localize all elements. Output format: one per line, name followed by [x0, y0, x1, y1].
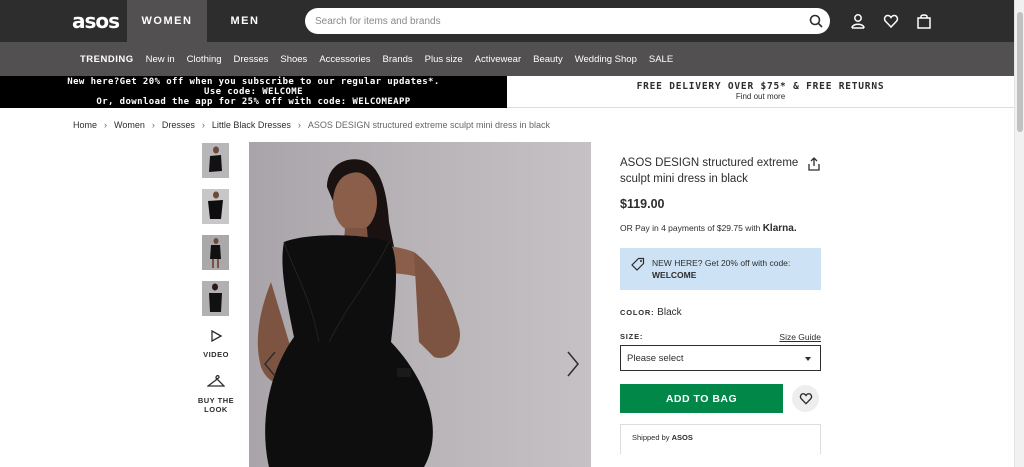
klarna-logo[interactable]: Klarna. — [763, 223, 797, 234]
new-here-text: NEW HERE? Get 20% off with code: — [652, 258, 791, 268]
buy-the-look-line2: LOOK — [204, 405, 228, 414]
shipped-by-value: ASOS — [671, 433, 693, 442]
nav-dresses[interactable]: Dresses — [234, 54, 269, 65]
nav-wedding-shop[interactable]: Wedding Shop — [575, 54, 637, 65]
thumbnail-1[interactable] — [202, 143, 229, 178]
scrollbar-thumb[interactable] — [1017, 12, 1023, 132]
shipped-by-box: Shipped by ASOS — [620, 424, 821, 454]
thumbnail-2[interactable] — [202, 189, 229, 224]
add-to-bag-button[interactable]: ADD TO BAG — [620, 384, 783, 413]
category-nav: TRENDING New in Clothing Dresses Shoes A… — [0, 42, 1014, 76]
page-scrollbar[interactable] — [1014, 0, 1024, 467]
next-image-arrow[interactable] — [565, 350, 581, 378]
product-price: $119.00 — [620, 197, 665, 211]
color-row: COLOR: Black — [620, 307, 821, 318]
share-icon[interactable] — [807, 157, 821, 171]
color-value: Black — [657, 307, 682, 318]
promo-line-3: Or, download the app for 25% off with co… — [96, 97, 411, 107]
top-header: asos WOMEN MEN Search for items and bran… — [0, 0, 1014, 42]
breadcrumb-women[interactable]: Women — [114, 120, 145, 130]
previous-image-arrow[interactable] — [262, 350, 278, 378]
main-product-image[interactable] — [249, 142, 591, 467]
search-input[interactable]: Search for items and brands — [305, 8, 830, 34]
nav-plus-size[interactable]: Plus size — [425, 54, 463, 65]
promo-banner-delivery[interactable]: FREE DELIVERY OVER $75* & FREE RETURNS F… — [507, 76, 1014, 108]
breadcrumb-dresses[interactable]: Dresses — [162, 120, 195, 130]
save-for-later-button[interactable] — [792, 385, 819, 412]
size-select-value: Please select — [627, 352, 684, 364]
size-guide-link[interactable]: Size Guide — [779, 332, 821, 342]
breadcrumb-separator: › — [104, 120, 108, 130]
promo-banner-welcome[interactable]: New here?Get 20% off when you subscribe … — [0, 76, 507, 108]
shipped-by-label: Shipped by — [632, 433, 670, 442]
nav-accessories[interactable]: Accessories — [319, 54, 370, 65]
action-row: ADD TO BAG — [620, 384, 821, 413]
size-row: SIZE: Size Guide — [620, 332, 821, 342]
promo-line-2: Use code: WELCOME — [204, 87, 303, 97]
breadcrumb-current: ASOS DESIGN structured extreme sculpt mi… — [307, 120, 551, 130]
promo-line-1: New here?Get 20% off when you subscribe … — [67, 77, 440, 87]
bag-icon[interactable] — [916, 13, 932, 29]
video-label[interactable]: VIDEO — [198, 350, 234, 359]
buy-the-look-line1: BUY THE — [197, 396, 235, 405]
breadcrumb: Home › Women › Dresses › Little Black Dresses ›… — [73, 120, 550, 130]
product-title: ASOS DESIGN structured extreme sculpt mi… — [620, 157, 799, 185]
breadcrumb-separator: › — [201, 120, 205, 130]
breadcrumb-home[interactable]: Home — [73, 120, 97, 130]
tab-women[interactable]: WOMEN — [127, 0, 207, 42]
delivery-link[interactable]: Find out more — [507, 92, 1014, 101]
search-placeholder: Search for items and brands — [315, 15, 441, 27]
nav-new-in[interactable]: New in — [146, 54, 175, 65]
thumbnail-list — [202, 143, 230, 327]
breadcrumb-little-black-dresses[interactable]: Little Black Dresses — [212, 120, 291, 130]
thumbnail-3[interactable] — [202, 235, 229, 270]
play-video-icon[interactable] — [210, 330, 222, 342]
nav-shoes[interactable]: Shoes — [280, 54, 307, 65]
chevron-down-icon — [805, 357, 811, 361]
hanger-icon[interactable] — [207, 374, 225, 388]
breadcrumb-separator: › — [151, 120, 155, 130]
tag-icon — [631, 257, 645, 271]
delivery-title: FREE DELIVERY OVER $75* & FREE RETURNS — [636, 81, 885, 92]
nav-sale[interactable]: SALE — [649, 54, 673, 65]
account-icon[interactable] — [850, 13, 866, 29]
tab-men[interactable]: MEN — [207, 0, 283, 42]
size-select[interactable]: Please select — [620, 345, 821, 371]
nav-activewear[interactable]: Activewear — [475, 54, 521, 65]
klarna-text: OR Pay in 4 payments of $29.75 with — [620, 223, 761, 233]
new-here-banner: NEW HERE? Get 20% off with code: WELCOME — [620, 248, 821, 290]
buy-the-look-button[interactable]: BUY THE LOOK — [196, 396, 236, 414]
new-here-code: WELCOME — [652, 270, 697, 280]
product-details: ASOS DESIGN structured extreme sculpt mi… — [620, 155, 821, 454]
asos-logo[interactable]: asos — [72, 9, 120, 33]
klarna-info: OR Pay in 4 payments of $29.75 with Klar… — [620, 223, 821, 234]
nav-beauty[interactable]: Beauty — [533, 54, 563, 65]
heart-icon[interactable] — [883, 13, 899, 29]
color-label: COLOR: — [620, 308, 655, 317]
nav-trending[interactable]: TRENDING — [80, 54, 134, 65]
breadcrumb-separator: › — [297, 120, 301, 130]
search-icon[interactable] — [808, 13, 824, 29]
thumbnail-4[interactable] — [202, 281, 229, 316]
nav-clothing[interactable]: Clothing — [187, 54, 222, 65]
nav-brands[interactable]: Brands — [383, 54, 413, 65]
size-label: SIZE: — [620, 332, 644, 341]
heart-icon — [799, 393, 812, 405]
